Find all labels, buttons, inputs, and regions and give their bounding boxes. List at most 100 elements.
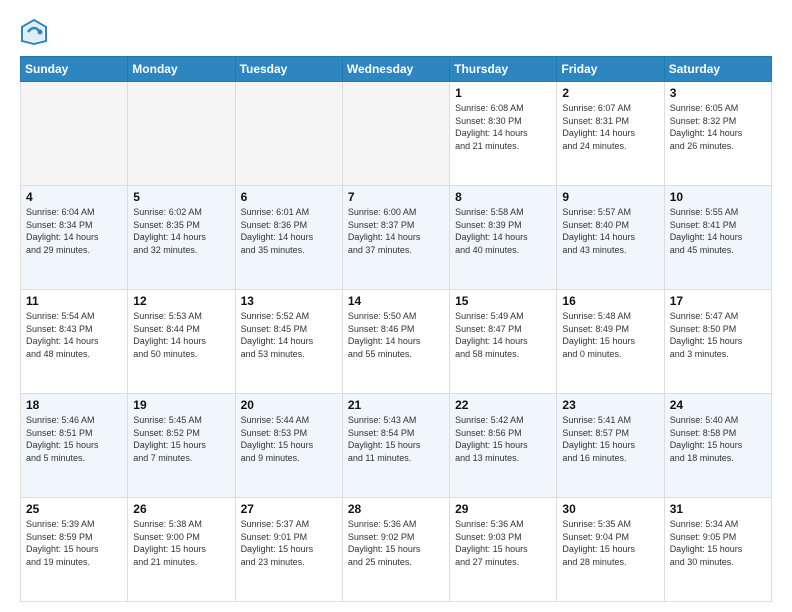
week-row-5: 25Sunrise: 5:39 AM Sunset: 8:59 PM Dayli… [21,498,772,602]
calendar-cell: 22 Sunrise: 5:42 AM Sunset: 8:56 PM Dayli… [450,394,557,498]
day-number: 20 [241,398,337,412]
day-info: Sunrise: 5:47 AM Sunset: 8:50 PM Dayligh… [670,310,766,360]
weekday-header-wednesday: Wednesday [342,57,449,82]
day-info: Sunrise: 5:36 AM Sunset: 9:03 PM Dayligh… [455,518,551,568]
day-info: Sunrise: 5:57 AM Sunset: 8:40 PM Dayligh… [562,206,658,256]
calendar-cell: 28Sunrise: 5:36 AM Sunset: 9:02 PM Dayli… [342,498,449,602]
calendar-cell: 5 Sunrise: 6:02 AM Sunset: 8:35 PM Daylig… [128,186,235,290]
day-number: 19 [133,398,229,412]
day-info: Sunrise: 5:34 AM Sunset: 9:05 PM Dayligh… [670,518,766,568]
weekday-header-row: SundayMondayTuesdayWednesdayThursdayFrid… [21,57,772,82]
calendar-cell: 6 Sunrise: 6:01 AM Sunset: 8:36 PM Daylig… [235,186,342,290]
calendar-cell: 1 Sunrise: 6:08 AM Sunset: 8:30 PM Daylig… [450,82,557,186]
calendar-cell: 17 Sunrise: 5:47 AM Sunset: 8:50 PM Dayli… [664,290,771,394]
calendar-cell [21,82,128,186]
calendar-table: SundayMondayTuesdayWednesdayThursdayFrid… [20,56,772,602]
week-row-4: 18Sunrise: 5:46 AM Sunset: 8:51 PM Dayli… [21,394,772,498]
logo-icon [20,18,48,46]
weekday-header-saturday: Saturday [664,57,771,82]
calendar-cell: 20 Sunrise: 5:44 AM Sunset: 8:53 PM Dayli… [235,394,342,498]
day-info: Sunrise: 5:45 AM Sunset: 8:52 PM Dayligh… [133,414,229,464]
day-number: 9 [562,190,658,204]
day-number: 26 [133,502,229,516]
calendar-cell: 23Sunrise: 5:41 AM Sunset: 8:57 PM Dayli… [557,394,664,498]
calendar-cell: 16 Sunrise: 5:48 AM Sunset: 8:49 PM Dayli… [557,290,664,394]
day-number: 6 [241,190,337,204]
logo [20,18,52,46]
day-number: 14 [348,294,444,308]
day-number: 22 [455,398,551,412]
day-info: Sunrise: 6:02 AM Sunset: 8:35 PM Dayligh… [133,206,229,256]
day-number: 17 [670,294,766,308]
day-info: Sunrise: 5:40 AM Sunset: 8:58 PM Dayligh… [670,414,766,464]
calendar-cell [342,82,449,186]
week-row-2: 4 Sunrise: 6:04 AM Sunset: 8:34 PM Daylig… [21,186,772,290]
calendar-cell: 15 Sunrise: 5:49 AM Sunset: 8:47 PM Dayli… [450,290,557,394]
day-info: Sunrise: 6:00 AM Sunset: 8:37 PM Dayligh… [348,206,444,256]
week-row-3: 11Sunrise: 5:54 AM Sunset: 8:43 PM Dayli… [21,290,772,394]
day-number: 10 [670,190,766,204]
day-info: Sunrise: 5:44 AM Sunset: 8:53 PM Dayligh… [241,414,337,464]
day-number: 30 [562,502,658,516]
calendar-cell: 27 Sunrise: 5:37 AM Sunset: 9:01 PM Dayli… [235,498,342,602]
day-number: 3 [670,86,766,100]
calendar-cell: 4 Sunrise: 6:04 AM Sunset: 8:34 PM Daylig… [21,186,128,290]
day-number: 15 [455,294,551,308]
day-info: Sunrise: 5:46 AM Sunset: 8:51 PM Dayligh… [26,414,122,464]
day-number: 24 [670,398,766,412]
day-number: 29 [455,502,551,516]
weekday-header-monday: Monday [128,57,235,82]
calendar-cell: 10 Sunrise: 5:55 AM Sunset: 8:41 PM Dayli… [664,186,771,290]
day-info: Sunrise: 5:43 AM Sunset: 8:54 PM Dayligh… [348,414,444,464]
day-number: 4 [26,190,122,204]
weekday-header-sunday: Sunday [21,57,128,82]
calendar-cell: 8 Sunrise: 5:58 AM Sunset: 8:39 PM Daylig… [450,186,557,290]
week-row-1: 1 Sunrise: 6:08 AM Sunset: 8:30 PM Daylig… [21,82,772,186]
day-number: 2 [562,86,658,100]
calendar-cell: 3 Sunrise: 6:05 AM Sunset: 8:32 PM Daylig… [664,82,771,186]
page: SundayMondayTuesdayWednesdayThursdayFrid… [0,0,792,612]
day-info: Sunrise: 5:58 AM Sunset: 8:39 PM Dayligh… [455,206,551,256]
day-number: 13 [241,294,337,308]
day-info: Sunrise: 5:35 AM Sunset: 9:04 PM Dayligh… [562,518,658,568]
day-info: Sunrise: 5:55 AM Sunset: 8:41 PM Dayligh… [670,206,766,256]
day-info: Sunrise: 5:48 AM Sunset: 8:49 PM Dayligh… [562,310,658,360]
calendar-cell: 13 Sunrise: 5:52 AM Sunset: 8:45 PM Dayli… [235,290,342,394]
day-info: Sunrise: 5:39 AM Sunset: 8:59 PM Dayligh… [26,518,122,568]
calendar-cell: 11Sunrise: 5:54 AM Sunset: 8:43 PM Dayli… [21,290,128,394]
weekday-header-friday: Friday [557,57,664,82]
day-number: 27 [241,502,337,516]
day-number: 23 [562,398,658,412]
day-info: Sunrise: 5:49 AM Sunset: 8:47 PM Dayligh… [455,310,551,360]
day-number: 31 [670,502,766,516]
day-info: Sunrise: 5:54 AM Sunset: 8:43 PM Dayligh… [26,310,122,360]
day-number: 12 [133,294,229,308]
calendar-cell [235,82,342,186]
weekday-header-thursday: Thursday [450,57,557,82]
calendar-cell: 26Sunrise: 5:38 AM Sunset: 9:00 PM Dayli… [128,498,235,602]
day-number: 7 [348,190,444,204]
calendar-cell: 21Sunrise: 5:43 AM Sunset: 8:54 PM Dayli… [342,394,449,498]
day-info: Sunrise: 5:37 AM Sunset: 9:01 PM Dayligh… [241,518,337,568]
day-info: Sunrise: 6:05 AM Sunset: 8:32 PM Dayligh… [670,102,766,152]
day-number: 16 [562,294,658,308]
calendar-cell: 12 Sunrise: 5:53 AM Sunset: 8:44 PM Dayli… [128,290,235,394]
day-number: 5 [133,190,229,204]
calendar-cell: 30 Sunrise: 5:35 AM Sunset: 9:04 PM Dayli… [557,498,664,602]
day-info: Sunrise: 6:04 AM Sunset: 8:34 PM Dayligh… [26,206,122,256]
day-info: Sunrise: 6:07 AM Sunset: 8:31 PM Dayligh… [562,102,658,152]
calendar-cell: 24 Sunrise: 5:40 AM Sunset: 8:58 PM Dayli… [664,394,771,498]
day-info: Sunrise: 6:08 AM Sunset: 8:30 PM Dayligh… [455,102,551,152]
day-info: Sunrise: 5:52 AM Sunset: 8:45 PM Dayligh… [241,310,337,360]
day-info: Sunrise: 5:42 AM Sunset: 8:56 PM Dayligh… [455,414,551,464]
weekday-header-tuesday: Tuesday [235,57,342,82]
calendar-cell: 2 Sunrise: 6:07 AM Sunset: 8:31 PM Daylig… [557,82,664,186]
calendar-cell: 31 Sunrise: 5:34 AM Sunset: 9:05 PM Dayli… [664,498,771,602]
calendar-cell: 7 Sunrise: 6:00 AM Sunset: 8:37 PM Daylig… [342,186,449,290]
day-info: Sunrise: 6:01 AM Sunset: 8:36 PM Dayligh… [241,206,337,256]
day-info: Sunrise: 5:53 AM Sunset: 8:44 PM Dayligh… [133,310,229,360]
day-number: 8 [455,190,551,204]
calendar-cell: 18Sunrise: 5:46 AM Sunset: 8:51 PM Dayli… [21,394,128,498]
header [20,18,772,46]
day-number: 1 [455,86,551,100]
